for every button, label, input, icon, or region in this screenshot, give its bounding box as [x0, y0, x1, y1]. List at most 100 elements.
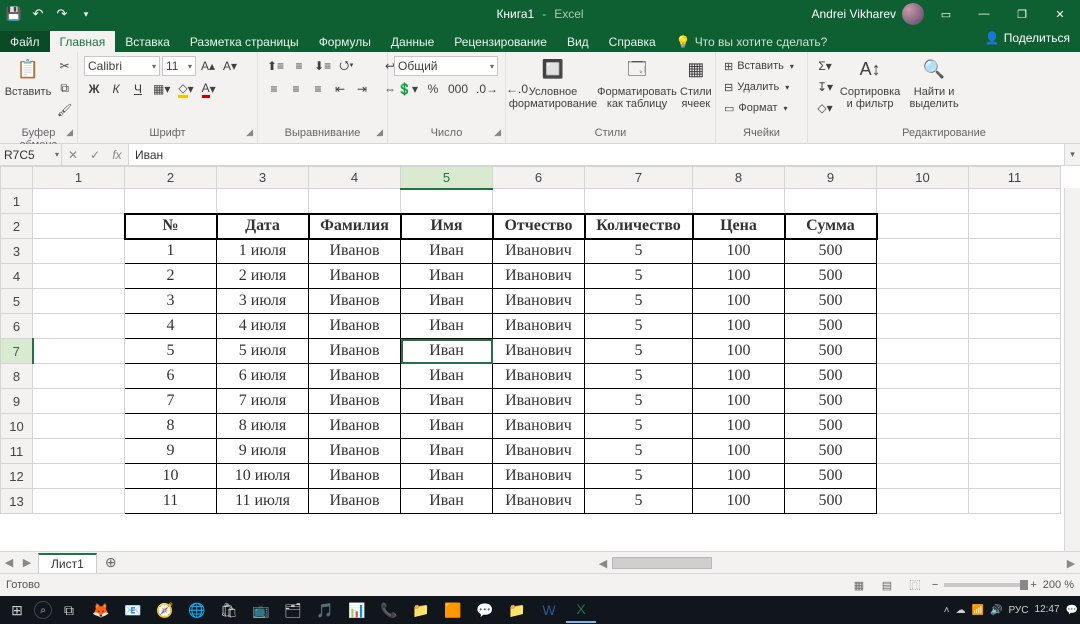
cell[interactable]: 9 — [125, 439, 217, 464]
taskbar-app-11[interactable]: 💬 — [470, 597, 500, 623]
cell[interactable]: 100 — [693, 489, 785, 514]
cell[interactable]: 2 — [125, 264, 217, 289]
hscroll-thumb[interactable] — [612, 557, 712, 569]
cell[interactable]: 100 — [693, 364, 785, 389]
cell[interactable] — [969, 289, 1061, 314]
paste-button[interactable]: 📋 Вставить — [6, 56, 50, 98]
cell[interactable] — [877, 314, 969, 339]
share-button[interactable]: 👤 Поделиться — [985, 31, 1070, 45]
cell[interactable] — [877, 464, 969, 489]
cell[interactable]: 100 — [693, 389, 785, 414]
hscroll-left-icon[interactable]: ◀ — [594, 557, 612, 570]
sheet-tab[interactable]: Лист1 — [38, 553, 97, 573]
align-middle-icon[interactable]: ≡ — [289, 56, 309, 76]
horizontal-scrollbar[interactable]: ◀ ▶ — [594, 555, 1080, 571]
cell[interactable]: 5 июля — [217, 339, 309, 364]
cell[interactable] — [877, 389, 969, 414]
cell[interactable] — [785, 189, 877, 214]
taskbar-app-8[interactable]: 📞 — [374, 597, 404, 623]
taskbar-app-7[interactable]: 📊 — [342, 597, 372, 623]
row-header[interactable]: 1 — [1, 189, 33, 214]
cell[interactable]: 100 — [693, 339, 785, 364]
cell[interactable] — [969, 364, 1061, 389]
cell[interactable] — [877, 264, 969, 289]
underline-button[interactable]: Ч — [128, 79, 148, 99]
indent-inc-icon[interactable]: ⇥ — [352, 79, 372, 99]
align-center-icon[interactable]: ≡ — [286, 79, 306, 99]
cell[interactable] — [493, 189, 585, 214]
tray-wifi-icon[interactable]: 📶 — [972, 605, 984, 616]
cell[interactable] — [877, 239, 969, 264]
cell[interactable] — [969, 314, 1061, 339]
cell[interactable]: Иванов — [309, 464, 401, 489]
cell[interactable]: Цена — [693, 214, 785, 239]
cell[interactable] — [877, 189, 969, 214]
page-layout-view-icon[interactable]: ▤ — [876, 576, 898, 594]
cell[interactable] — [877, 339, 969, 364]
delete-cells-button[interactable]: ⊟Удалить▾ — [722, 77, 796, 97]
taskbar-app-3[interactable]: 🧭 — [150, 597, 180, 623]
row-header[interactable]: 2 — [1, 214, 33, 239]
cell[interactable]: 4 июля — [217, 314, 309, 339]
cell[interactable]: 1 июля — [217, 239, 309, 264]
cell[interactable]: 500 — [785, 389, 877, 414]
currency-icon[interactable]: 💲▾ — [394, 79, 421, 99]
cell[interactable]: Иван — [401, 314, 493, 339]
cell[interactable]: Иван — [401, 289, 493, 314]
cell[interactable]: Иванович — [493, 239, 585, 264]
sort-filter-button[interactable]: A↕ Сортировка и фильтр — [840, 56, 900, 110]
task-view-icon[interactable]: ⧉ — [54, 597, 84, 623]
fx-icon[interactable]: fx — [106, 148, 128, 162]
bold-button[interactable]: Ж — [84, 79, 104, 99]
cell[interactable]: 8 — [125, 414, 217, 439]
italic-button[interactable]: К — [106, 79, 126, 99]
cell[interactable]: 5 — [585, 264, 693, 289]
cell[interactable]: 9 июля — [217, 439, 309, 464]
cell[interactable]: Иванович — [493, 464, 585, 489]
cell[interactable]: 5 — [585, 439, 693, 464]
cell[interactable]: 6 июля — [217, 364, 309, 389]
cell[interactable]: Иванов — [309, 489, 401, 514]
cell[interactable]: Иван — [401, 364, 493, 389]
page-break-view-icon[interactable]: ⿵ — [904, 576, 926, 594]
zoom-slider[interactable] — [944, 583, 1024, 587]
cell-styles-button[interactable]: ▦ Стили ячеек — [680, 56, 712, 110]
cell[interactable] — [33, 389, 125, 414]
name-box[interactable]: R7C5 ▾ — [0, 144, 62, 165]
taskbar-app-10[interactable]: 🟧 — [438, 597, 468, 623]
cell[interactable]: Иванов — [309, 314, 401, 339]
cell[interactable]: 6 — [125, 364, 217, 389]
cell[interactable] — [33, 214, 125, 239]
cell[interactable]: 100 — [693, 439, 785, 464]
tab-page-layout[interactable]: Разметка страницы — [180, 31, 309, 52]
copy-icon[interactable]: ⧉ — [54, 78, 75, 98]
tab-data[interactable]: Данные — [381, 31, 444, 52]
qat-customize-icon[interactable]: ▾ — [76, 4, 96, 24]
cell[interactable] — [33, 489, 125, 514]
cut-icon[interactable]: ✂ — [54, 56, 75, 76]
align-dialog-icon[interactable]: ◢ — [376, 127, 383, 138]
cell[interactable]: 11 июля — [217, 489, 309, 514]
cell[interactable]: 5 — [585, 314, 693, 339]
col-header[interactable]: 11 — [969, 167, 1061, 189]
zoom-level[interactable]: 200 % — [1043, 579, 1074, 591]
cell[interactable]: Фамилия — [309, 214, 401, 239]
tab-formulas[interactable]: Формулы — [309, 31, 381, 52]
inc-decimal-icon[interactable]: .0→ — [473, 79, 501, 99]
taskbar-app-2[interactable]: 📧 — [118, 597, 148, 623]
cell[interactable] — [877, 289, 969, 314]
cell[interactable]: 5 — [585, 414, 693, 439]
cell[interactable]: 5 — [125, 339, 217, 364]
cell[interactable]: Иванович — [493, 314, 585, 339]
search-icon[interactable]: ⌕ — [34, 601, 52, 619]
normal-view-icon[interactable]: ▦ — [848, 576, 870, 594]
user-avatar[interactable] — [902, 3, 924, 25]
cell[interactable] — [33, 364, 125, 389]
tab-home[interactable]: Главная — [50, 31, 116, 52]
cell[interactable]: 500 — [785, 489, 877, 514]
row-header[interactable]: 12 — [1, 464, 33, 489]
cell[interactable]: 5 — [585, 364, 693, 389]
zoom-in-icon[interactable]: + — [1030, 579, 1036, 591]
cell[interactable] — [33, 239, 125, 264]
col-header[interactable]: 10 — [877, 167, 969, 189]
